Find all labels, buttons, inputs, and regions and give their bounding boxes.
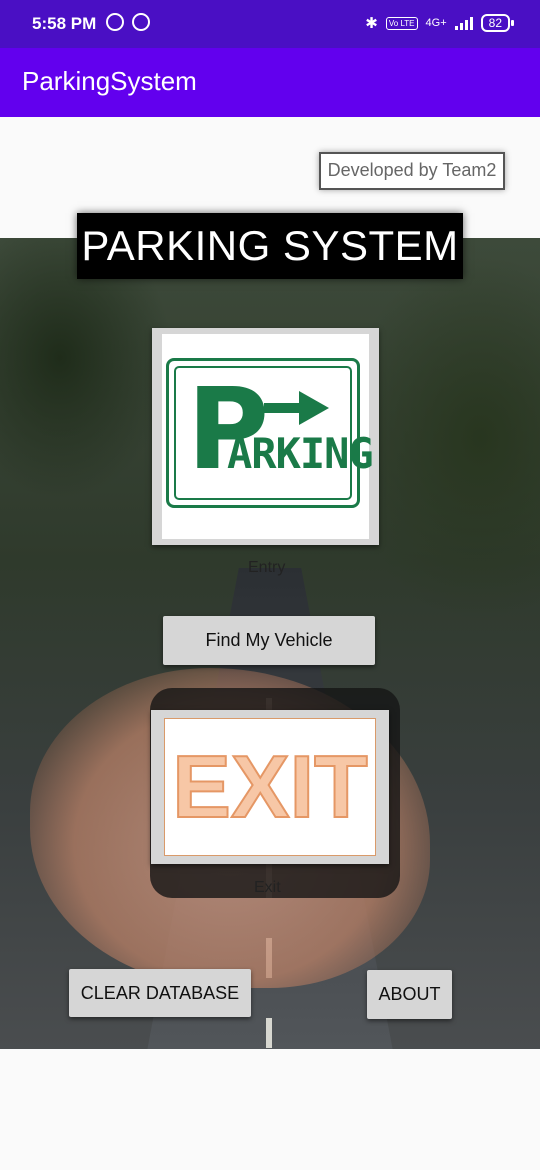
network-type: 4G+ [425,17,447,29]
bluetooth-icon: ✱ [365,15,378,32]
arrow-right-icon [264,403,304,413]
clear-database-button[interactable]: CLEAR DATABASE [69,969,251,1017]
exit-sign-text: EXIT [171,736,369,837]
entry-button[interactable]: P ARKING [152,328,379,545]
about-button[interactable]: ABOUT [367,970,452,1019]
volte-icon: Vo LTE [385,16,418,30]
exit-button[interactable]: EXIT [151,710,389,864]
app-bar: ParkingSystem [0,48,540,117]
status-icons-right: ✱ Vo LTE 4G+ 82 [365,14,515,32]
exit-sign-image: EXIT [164,718,376,856]
signal-icon [454,16,473,30]
arrow-right-icon-head [299,391,329,425]
battery-icon: 82 [480,14,515,32]
find-my-vehicle-button[interactable]: Find My Vehicle [163,616,375,665]
entry-caption: Entry [248,559,286,576]
app-title: ParkingSystem [22,66,197,96]
alarm-icon [106,13,124,31]
status-bar: 5:58 PM ✱ Vo LTE 4G+ 82 [0,0,540,48]
developed-by-label: Developed by Team2 [319,152,505,190]
exit-caption: Exit [254,879,281,896]
parking-rest-text: ARKING [227,429,374,478]
parking-sign: P ARKING [166,358,374,508]
parking-sign-image: P ARKING [162,334,374,539]
page-title: PARKING SYSTEM [77,213,463,279]
battery-level: 82 [488,16,502,30]
status-icons-left [106,13,150,31]
sync-icon [132,13,150,31]
status-time: 5:58 PM [32,14,97,33]
